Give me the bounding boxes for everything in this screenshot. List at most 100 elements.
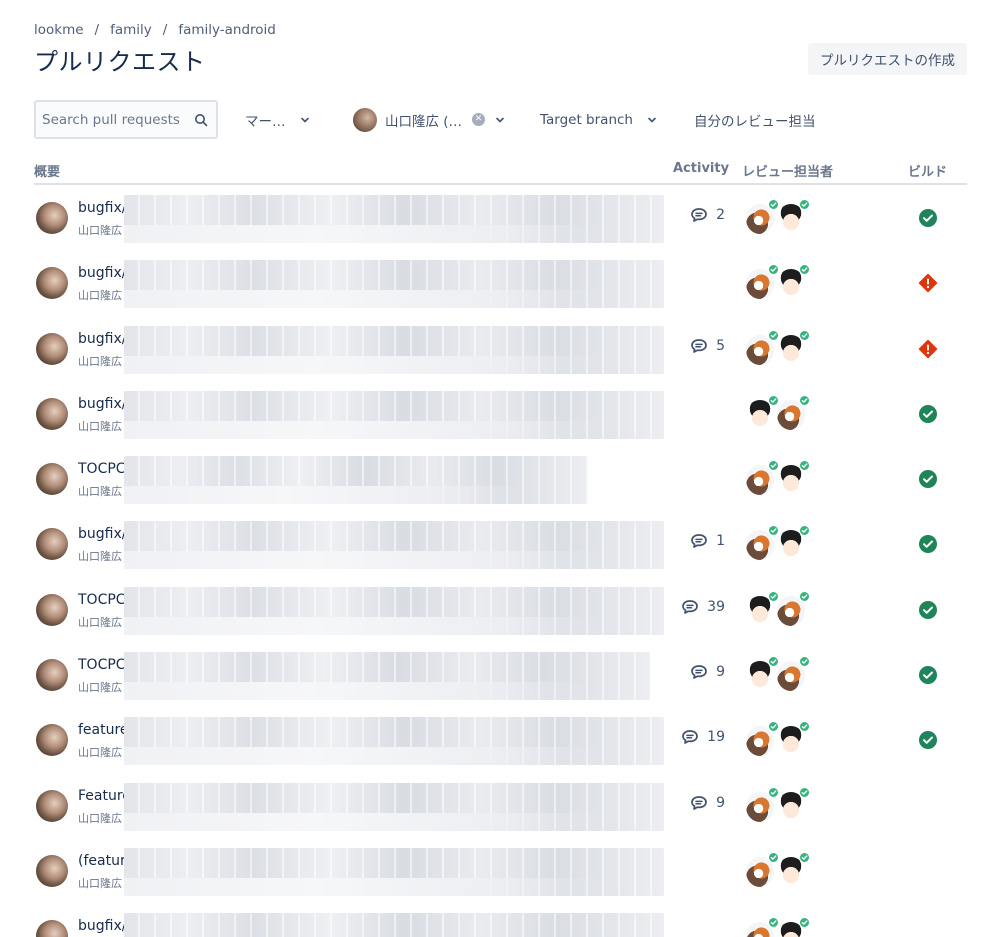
state-filter-dropdown[interactable]: マー… — [245, 100, 310, 139]
reviewer-avatar-boy[interactable] — [777, 917, 810, 937]
redacted-text — [124, 195, 664, 243]
pull-request-row[interactable]: bugfix/山口隆広 — [34, 381, 967, 446]
target-branch-dropdown[interactable]: Target branch — [540, 100, 657, 139]
breadcrumb-workspace[interactable]: lookme — [34, 22, 84, 38]
approved-check-icon — [799, 786, 810, 798]
pull-request-row[interactable]: TOCPC 山口隆広 — [34, 446, 967, 511]
comment-count: 5 — [716, 337, 725, 354]
reviewer-avatar-dog[interactable] — [746, 721, 779, 757]
activity-comments: 9 — [690, 795, 725, 811]
pull-request-author: 山口隆広 — [78, 224, 122, 237]
build-success-icon[interactable] — [918, 404, 938, 424]
reviewer-avatar-boy[interactable] — [777, 199, 810, 234]
author-filter-dropdown[interactable]: 山口隆広 (… ✕ — [353, 100, 505, 139]
reviewer-avatar-boy[interactable] — [777, 525, 810, 561]
column-build[interactable]: ビルド — [908, 161, 947, 180]
search-input[interactable] — [42, 111, 190, 128]
author-avatar[interactable] — [36, 332, 68, 365]
reviewer-avatar-dog[interactable] — [746, 329, 779, 365]
breadcrumb-repository[interactable]: family-android — [178, 22, 276, 38]
pull-request-title[interactable]: bugfix/ — [78, 396, 126, 412]
reviewer-avatar-dog[interactable] — [746, 917, 779, 937]
reviewer-avatar-dog[interactable] — [746, 199, 779, 234]
reviewer-avatar-dog[interactable] — [746, 786, 779, 822]
reviewer-avatar-dog[interactable] — [746, 525, 779, 561]
build-success-icon[interactable] — [918, 534, 938, 554]
comment-count: 19 — [707, 729, 725, 746]
author-avatar[interactable] — [36, 920, 68, 937]
pull-request-row[interactable]: bugfix/山口隆広 5 — [34, 316, 967, 381]
pull-request-title[interactable]: bugfix/ — [78, 331, 126, 347]
reviewer-avatar-dog[interactable] — [777, 394, 810, 430]
author-avatar[interactable] — [36, 659, 68, 692]
pull-request-row[interactable]: (feature 山口隆広 — [34, 838, 967, 903]
reviewer-avatar-boy[interactable] — [777, 721, 810, 757]
reviewer-avatar-boy[interactable] — [777, 851, 810, 887]
pull-request-row[interactable]: bugfix/山口隆広 2 — [34, 185, 967, 250]
build-success-icon[interactable] — [918, 600, 938, 620]
reviewer-avatar-boy[interactable] — [746, 656, 779, 692]
pull-request-title[interactable]: bugfix/ — [78, 265, 126, 281]
author-avatar[interactable] — [36, 267, 68, 300]
author-avatar[interactable] — [36, 528, 68, 561]
pull-request-author: 山口隆広 — [78, 289, 122, 303]
pull-request-title[interactable]: TOCPC — [78, 461, 126, 477]
approved-check-icon — [799, 590, 810, 602]
pull-request-row[interactable]: bugfix/山口隆広 1 — [34, 511, 967, 576]
author-avatar[interactable] — [36, 789, 68, 822]
approved-check-icon — [799, 199, 810, 210]
approved-check-icon — [768, 917, 779, 929]
reviewer-avatar-boy[interactable] — [777, 264, 810, 300]
search-icon[interactable] — [194, 112, 208, 131]
comment-icon — [690, 533, 708, 549]
reviewer-avatar-boy[interactable] — [777, 786, 810, 822]
author-avatar[interactable] — [36, 724, 68, 757]
pull-request-author: 山口隆広 — [78, 746, 122, 760]
build-success-icon[interactable] — [918, 469, 938, 489]
pull-request-row[interactable]: Feature 山口隆広 9 — [34, 773, 967, 838]
reviewer-avatar-dog[interactable] — [777, 590, 810, 626]
my-reviews-filter[interactable]: 自分のレビュー担当 — [694, 100, 816, 139]
build-success-icon[interactable] — [918, 665, 938, 685]
pull-request-title[interactable]: Feature — [78, 788, 131, 804]
pull-request-row[interactable]: bugfix/山口隆広 — [34, 250, 967, 315]
author-avatar[interactable] — [36, 593, 68, 626]
reviewer-avatar-boy[interactable] — [777, 460, 810, 496]
approved-check-icon — [768, 590, 779, 602]
pull-request-title[interactable]: feature — [78, 722, 129, 738]
build-failed-icon[interactable] — [918, 273, 938, 293]
build-success-icon[interactable] — [918, 730, 938, 750]
reviewer-avatars — [746, 917, 816, 937]
reviewer-avatar-boy[interactable] — [746, 590, 779, 626]
pull-request-title[interactable]: bugfix/ — [78, 200, 126, 216]
activity-comments: 39 — [681, 599, 725, 615]
author-avatar[interactable] — [36, 463, 68, 496]
pull-request-row[interactable]: bugfix/山口隆広 — [34, 903, 967, 937]
column-summary[interactable]: 概要 — [34, 161, 60, 180]
pull-request-row[interactable]: feature 山口隆広 19 — [34, 707, 967, 772]
build-failed-icon[interactable] — [918, 339, 938, 359]
create-pull-request-button[interactable]: プルリクエストの作成 — [808, 43, 967, 75]
search-box[interactable] — [34, 100, 218, 139]
pull-request-title[interactable]: TOCPC — [78, 657, 126, 673]
reviewer-avatar-dog[interactable] — [746, 851, 779, 887]
breadcrumb-project[interactable]: family — [110, 22, 152, 38]
author-avatar[interactable] — [36, 202, 68, 234]
reviewer-avatar-boy[interactable] — [777, 329, 810, 365]
column-activity[interactable]: Activity — [673, 161, 729, 176]
build-success-icon[interactable] — [918, 208, 938, 228]
pull-request-row[interactable]: TOCPC 山口隆広 9 — [34, 642, 967, 707]
author-avatar[interactable] — [36, 397, 68, 430]
reviewer-avatar-dog[interactable] — [746, 264, 779, 300]
author-avatar[interactable] — [36, 854, 68, 887]
pull-request-row[interactable]: TOCPC 山口隆広 39 — [34, 577, 967, 642]
page-title: プルリクエスト — [34, 48, 206, 76]
clear-icon[interactable]: ✕ — [472, 113, 486, 126]
reviewer-avatar-dog[interactable] — [746, 460, 779, 496]
pull-request-title[interactable]: TOCPC — [78, 592, 126, 608]
pull-request-title[interactable]: bugfix/ — [78, 526, 126, 542]
pull-request-title[interactable]: bugfix/ — [78, 918, 126, 934]
reviewer-avatar-dog[interactable] — [777, 656, 810, 692]
reviewer-avatar-boy[interactable] — [746, 394, 779, 430]
column-reviewers[interactable]: レビュー担当者 — [742, 161, 833, 180]
